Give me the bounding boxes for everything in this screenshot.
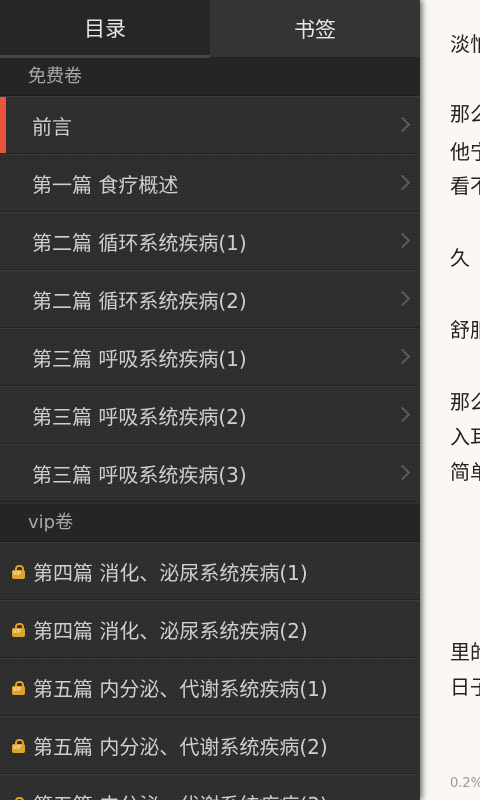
chapter-label: 第三篇 呼吸系统疾病(3) bbox=[32, 462, 247, 487]
tab-bookmarks[interactable]: 书签 bbox=[210, 0, 420, 58]
reader-text-line: 里的 bbox=[450, 640, 480, 664]
reader-text-line: 舒服 bbox=[450, 318, 480, 342]
chapter-item[interactable]: 第三篇 呼吸系统疾病(2) bbox=[0, 386, 420, 444]
chapter-label: 前言 bbox=[32, 114, 72, 139]
reader-text-line: 日子 bbox=[450, 675, 480, 699]
section-header-vip: vip卷 bbox=[0, 504, 420, 542]
lock-badge-text: VIP bbox=[13, 744, 21, 751]
tab-bar: 目录 书签 bbox=[0, 0, 420, 58]
reader-page[interactable]: 淡怕 那么 他宁 看不 久 舒服 那么 入耳 简单 里的 日子 0.2% bbox=[420, 0, 480, 800]
chapter-item[interactable]: 第二篇 循环系统疾病(1) bbox=[0, 212, 420, 270]
chapter-item-locked[interactable]: VIP 第五篇 内分泌、代谢系统疾病(1) bbox=[0, 658, 420, 716]
chapter-label: 第二篇 循环系统疾病(1) bbox=[32, 230, 247, 255]
lock-badge-text: VIP bbox=[13, 628, 21, 635]
chevron-right-icon bbox=[394, 464, 411, 481]
chapter-item-locked[interactable]: VIP 第五篇 内分泌、代谢系统疾病(3) bbox=[0, 774, 420, 800]
reader-text-line: 简单 bbox=[450, 460, 480, 484]
chapter-label: 第三篇 呼吸系统疾病(1) bbox=[32, 346, 247, 371]
lock-icon: VIP bbox=[12, 564, 25, 579]
lock-icon: VIP bbox=[12, 680, 25, 695]
chevron-right-icon bbox=[394, 174, 411, 191]
reader-text-line: 入耳 bbox=[450, 425, 480, 449]
chapter-item-locked[interactable]: VIP 第四篇 消化、泌尿系统疾病(2) bbox=[0, 600, 420, 658]
lock-icon: VIP bbox=[12, 738, 25, 753]
chevron-right-icon bbox=[394, 406, 411, 423]
chapter-item-locked[interactable]: VIP 第五篇 内分泌、代谢系统疾病(2) bbox=[0, 716, 420, 774]
lock-badge-text: VIP bbox=[13, 570, 21, 577]
chevron-right-icon bbox=[394, 116, 411, 133]
chapter-label: 第一篇 食疗概述 bbox=[32, 172, 179, 197]
lock-icon: VIP bbox=[12, 622, 25, 637]
tab-contents[interactable]: 目录 bbox=[0, 0, 210, 58]
chapter-item[interactable]: 第二篇 循环系统疾病(2) bbox=[0, 270, 420, 328]
lock-icon: VIP bbox=[12, 796, 25, 800]
reader-text-line: 那么 bbox=[450, 390, 480, 414]
section-header-free: 免费卷 bbox=[0, 58, 420, 96]
reader-text-line: 久 bbox=[450, 246, 470, 270]
chapter-item[interactable]: 第一篇 食疗概述 bbox=[0, 154, 420, 212]
chevron-right-icon bbox=[394, 290, 411, 307]
reader-text-line: 淡怕 bbox=[450, 32, 480, 56]
chapter-item[interactable]: 前言 bbox=[0, 96, 420, 154]
chevron-right-icon bbox=[394, 348, 411, 365]
chapter-item-locked[interactable]: VIP 第四篇 消化、泌尿系统疾病(1) bbox=[0, 542, 420, 600]
chapter-label: 第四篇 消化、泌尿系统疾病(1) bbox=[33, 560, 308, 585]
chapter-label: 第四篇 消化、泌尿系统疾病(2) bbox=[33, 618, 308, 643]
chapter-label: 第五篇 内分泌、代谢系统疾病(2) bbox=[33, 734, 328, 759]
chapter-item[interactable]: 第三篇 呼吸系统疾病(3) bbox=[0, 444, 420, 502]
chapter-label: 第三篇 呼吸系统疾病(2) bbox=[32, 404, 247, 429]
chapter-item[interactable]: 第三篇 呼吸系统疾病(1) bbox=[0, 328, 420, 386]
lock-badge-text: VIP bbox=[13, 686, 21, 693]
chapter-label: 第二篇 循环系统疾病(2) bbox=[32, 288, 247, 313]
chevron-right-icon bbox=[394, 232, 411, 249]
chapter-label: 第五篇 内分泌、代谢系统疾病(1) bbox=[33, 676, 328, 701]
chapter-label: 第五篇 内分泌、代谢系统疾病(3) bbox=[25, 789, 328, 800]
toc-panel: 目录 书签 免费卷 前言 第一篇 食疗概述 第二篇 循环系统疾病(1) 第二篇 … bbox=[0, 0, 420, 800]
reading-progress: 0.2% bbox=[450, 776, 480, 791]
reader-text-line: 看不 bbox=[450, 174, 480, 198]
reader-text-line: 他宁 bbox=[450, 140, 480, 164]
reader-text-line: 那么 bbox=[450, 102, 480, 126]
